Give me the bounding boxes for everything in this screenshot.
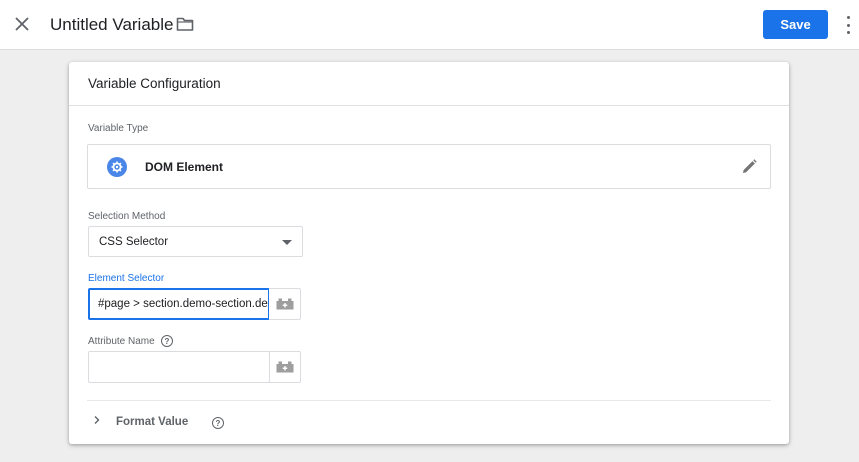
attribute-name-variable-button[interactable] bbox=[269, 351, 301, 383]
element-selector-variable-button[interactable] bbox=[269, 288, 301, 320]
top-bar: Untitled Variable Save bbox=[0, 0, 859, 50]
help-icon[interactable]: ? bbox=[212, 417, 224, 429]
divider bbox=[87, 400, 771, 401]
folder-icon[interactable] bbox=[176, 16, 196, 34]
element-selector-label: Element Selector bbox=[88, 273, 165, 284]
attribute-name-input[interactable] bbox=[88, 351, 270, 383]
selection-method-label: Selection Method bbox=[88, 211, 166, 222]
close-icon[interactable] bbox=[11, 13, 33, 35]
dropdown-arrow-icon bbox=[282, 240, 292, 245]
element-selector-input[interactable]: #page > section.demo-section.de bbox=[88, 288, 270, 320]
card-title: Variable Configuration bbox=[88, 76, 221, 91]
selection-method-select[interactable]: CSS Selector bbox=[88, 226, 303, 257]
attribute-name-label: Attribute Name bbox=[88, 336, 155, 347]
variable-configuration-card: Variable Configuration Variable Type DOM… bbox=[69, 62, 789, 444]
variable-type-label: Variable Type bbox=[88, 123, 149, 134]
element-selector-value: #page > section.demo-section.de bbox=[98, 298, 268, 310]
variable-brick-icon bbox=[276, 298, 293, 310]
format-value-label: Format Value bbox=[116, 416, 189, 428]
gear-icon bbox=[107, 157, 127, 177]
format-value-toggle[interactable]: Format Value ? bbox=[89, 410, 289, 434]
variable-type-selector[interactable]: DOM Element bbox=[87, 144, 771, 189]
selection-method-value: CSS Selector bbox=[99, 236, 169, 248]
page-title: Untitled Variable bbox=[50, 15, 174, 34]
card-header: Variable Configuration bbox=[69, 62, 789, 106]
pencil-icon[interactable] bbox=[740, 158, 758, 176]
chevron-right-icon bbox=[94, 416, 100, 424]
variable-brick-icon bbox=[276, 361, 294, 373]
save-button[interactable]: Save bbox=[763, 10, 828, 39]
help-icon[interactable]: ? bbox=[161, 335, 173, 347]
variable-type-name: DOM Element bbox=[145, 160, 224, 174]
more-vert-icon[interactable] bbox=[841, 14, 855, 36]
